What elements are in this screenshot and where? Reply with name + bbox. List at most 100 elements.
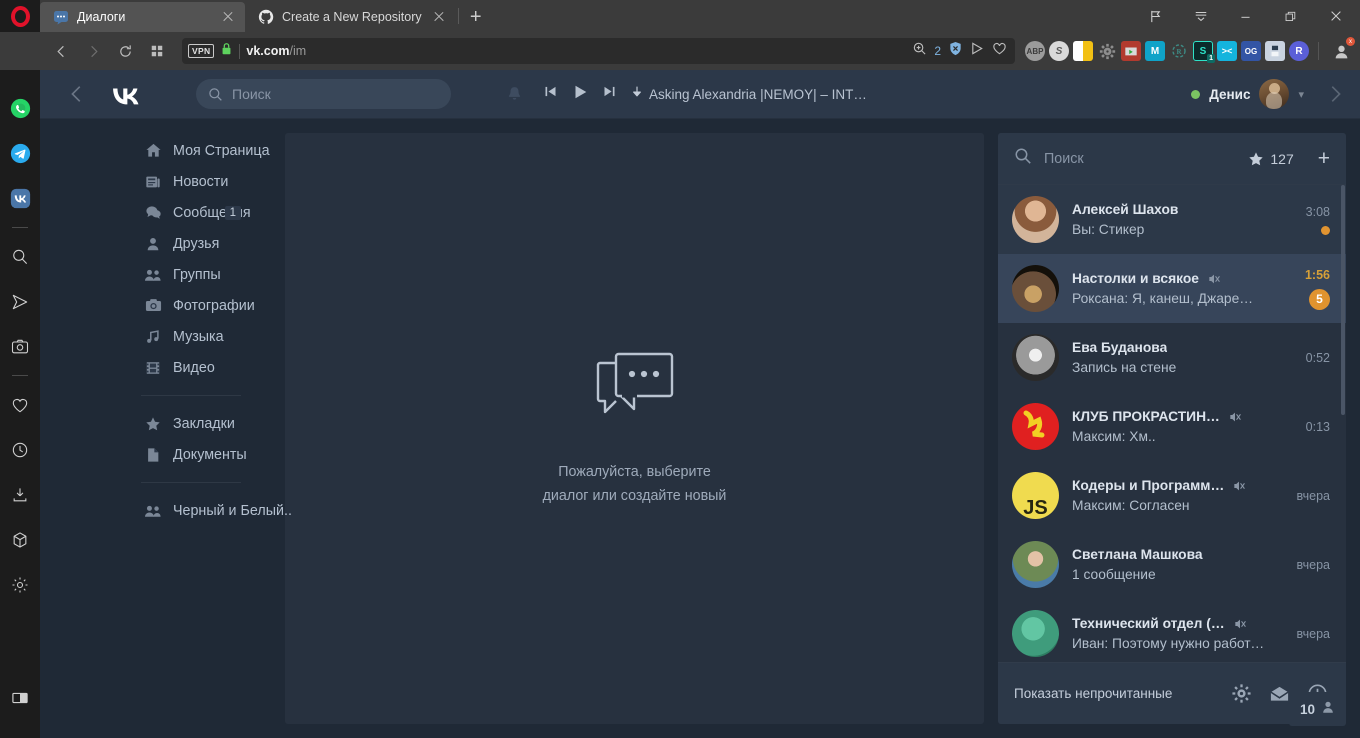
- panel-toggle-icon[interactable]: [0, 675, 40, 720]
- chat-list-item-selected[interactable]: Настолки и всякое Роксана: Я, канеш, Джа…: [998, 254, 1346, 323]
- new-tab-button[interactable]: +: [461, 2, 491, 32]
- avatar[interactable]: JS: [1012, 472, 1059, 519]
- history-icon[interactable]: [0, 427, 40, 472]
- extensions-icon[interactable]: [0, 517, 40, 562]
- sidebar-item-bookmarks[interactable]: Закладки: [40, 408, 285, 439]
- adblock-plus-icon[interactable]: ABP: [1025, 41, 1045, 61]
- maximize-icon[interactable]: [1268, 0, 1313, 32]
- chat-list-item[interactable]: Ева Буданова Запись на стене 0:52: [998, 323, 1346, 392]
- avatar[interactable]: [1012, 265, 1059, 312]
- play-icon[interactable]: [571, 83, 589, 106]
- show-unread-link[interactable]: Показать непрочитанные: [1014, 686, 1216, 701]
- skype-icon[interactable]: S: [1049, 41, 1069, 61]
- bell-icon[interactable]: [495, 85, 533, 104]
- avatar[interactable]: [1259, 79, 1290, 109]
- chat-list-item[interactable]: Светлана Машкова 1 сообщение вчера: [998, 530, 1346, 599]
- reload-icon[interactable]: [110, 37, 140, 65]
- avatar[interactable]: [1012, 403, 1059, 450]
- clipper-icon[interactable]: ><: [1217, 41, 1237, 61]
- roblox-icon[interactable]: R: [1289, 41, 1309, 61]
- vk-icon[interactable]: [0, 176, 40, 221]
- address-bar[interactable]: VPN vk.com/im 2: [182, 38, 1015, 64]
- honey-icon[interactable]: [1073, 41, 1093, 61]
- tab-dialogi[interactable]: Диалоги: [40, 2, 245, 32]
- chat-list-scrollbar[interactable]: [1341, 185, 1345, 415]
- vpn-badge[interactable]: VPN: [188, 44, 215, 58]
- chat-item-meta: вчера: [1284, 627, 1330, 641]
- close-icon[interactable]: [430, 8, 448, 26]
- online-users-widget[interactable]: 10: [1288, 692, 1346, 726]
- gear-extension-icon[interactable]: [1097, 41, 1117, 61]
- vk-logo-icon[interactable]: [106, 70, 146, 119]
- sidebar-item-my-page[interactable]: Моя Страница: [40, 135, 285, 166]
- og-icon[interactable]: OG: [1241, 41, 1261, 61]
- prev-track-icon[interactable]: [543, 84, 558, 104]
- next-track-icon[interactable]: [602, 84, 617, 104]
- save-page-icon[interactable]: [1265, 41, 1285, 61]
- sidebar-item-music[interactable]: Музыка: [40, 321, 285, 352]
- sidebar-item-chernyy-i-belyy[interactable]: Черный и Белый..: [40, 495, 292, 526]
- sidebar-item-news[interactable]: Новости: [40, 166, 285, 197]
- avatar[interactable]: [1012, 610, 1059, 657]
- sidebar-item-documents[interactable]: Документы: [40, 439, 285, 470]
- tab-create-new-repository[interactable]: Create a New Repository: [245, 2, 456, 32]
- downloads-icon[interactable]: [0, 472, 40, 517]
- telegram-icon[interactable]: [0, 131, 40, 176]
- compose-new-message-button[interactable]: +: [1318, 148, 1330, 169]
- mega-icon[interactable]: M: [1145, 41, 1165, 61]
- chat-list-item[interactable]: Алексей Шахов Вы: Стикер 3:08: [998, 185, 1346, 254]
- avatar[interactable]: [1012, 334, 1059, 381]
- close-icon[interactable]: [219, 8, 237, 26]
- minimize-icon[interactable]: [1223, 0, 1268, 32]
- back-icon[interactable]: [46, 37, 76, 65]
- sidebar-item-friends[interactable]: Друзья: [40, 228, 285, 259]
- vk-user-menu[interactable]: Денис ▾: [1191, 79, 1310, 109]
- vk-page: Поиск Asking Alexandria |NEMOY| – INT… Д…: [40, 70, 1360, 738]
- pin-icon[interactable]: [1133, 0, 1178, 32]
- sidebar-item-video[interactable]: Видео: [40, 352, 285, 383]
- settings-icon[interactable]: [0, 562, 40, 607]
- chevron-down-icon[interactable]: ▾: [1298, 88, 1304, 101]
- vk-back-arrow[interactable]: [52, 70, 102, 119]
- close-window-icon[interactable]: [1313, 0, 1358, 32]
- send-icon[interactable]: [970, 41, 985, 61]
- download-icon[interactable]: [630, 85, 644, 103]
- vk-search-input[interactable]: Поиск: [196, 79, 451, 109]
- favorites-button[interactable]: 127: [1248, 151, 1294, 167]
- chat-item-name: КЛУБ ПРОКРАСТИН…: [1072, 409, 1220, 424]
- chat-list-item[interactable]: JS Кодеры и Программ… Максим: Согласен в…: [998, 461, 1346, 530]
- heart-icon[interactable]: [0, 382, 40, 427]
- browser-profile-button[interactable]: x: [1328, 37, 1355, 64]
- instagram-icon[interactable]: [0, 324, 40, 369]
- menu-icon[interactable]: [1178, 0, 1223, 32]
- vk-current-track[interactable]: Asking Alexandria |NEMOY| – INT…: [630, 85, 867, 103]
- chat-list-item[interactable]: КЛУБ ПРОКРАСТИН… Максим: Хм.. 0:13: [998, 392, 1346, 461]
- gear-icon[interactable]: [1228, 681, 1254, 707]
- savefrom-icon[interactable]: S 1: [1193, 41, 1215, 63]
- chat-list-item[interactable]: Технический отдел (… Иван: Поэтому нужно…: [998, 599, 1346, 668]
- zoom-search-icon[interactable]: [912, 41, 927, 61]
- messenger-send-icon[interactable]: [0, 279, 40, 324]
- chat-list[interactable]: Алексей Шахов Вы: Стикер 3:08 Настолки и…: [998, 185, 1346, 724]
- sidebar-item-label: Закладки: [173, 415, 235, 432]
- lock-icon[interactable]: [220, 42, 233, 61]
- adblock-shield-icon[interactable]: [948, 41, 963, 61]
- avatar[interactable]: [1012, 541, 1059, 588]
- sidebar-item-photos[interactable]: Фотографии: [40, 290, 285, 321]
- search-icon[interactable]: [1014, 147, 1032, 170]
- video-downloader-icon[interactable]: [1121, 41, 1141, 61]
- heart-icon[interactable]: [992, 41, 1007, 61]
- refresh-extension-icon[interactable]: R: [1169, 41, 1189, 61]
- sidebar-item-groups[interactable]: Группы: [40, 259, 285, 290]
- speed-dial-icon[interactable]: [142, 37, 172, 65]
- sidebar-item-messages[interactable]: Сообщения 1: [40, 197, 285, 228]
- photos-icon: [144, 297, 162, 315]
- whatsapp-icon[interactable]: [0, 86, 40, 131]
- chat-item-preview: Запись на стене: [1072, 360, 1177, 375]
- chat-search-input[interactable]: Поиск: [1044, 151, 1236, 167]
- search-icon[interactable]: [0, 234, 40, 279]
- forward-icon[interactable]: [78, 37, 108, 65]
- vk-forward-arrow[interactable]: [1310, 70, 1360, 119]
- vk-top-header: Поиск Asking Alexandria |NEMOY| – INT… Д…: [40, 70, 1360, 119]
- avatar[interactable]: [1012, 196, 1059, 243]
